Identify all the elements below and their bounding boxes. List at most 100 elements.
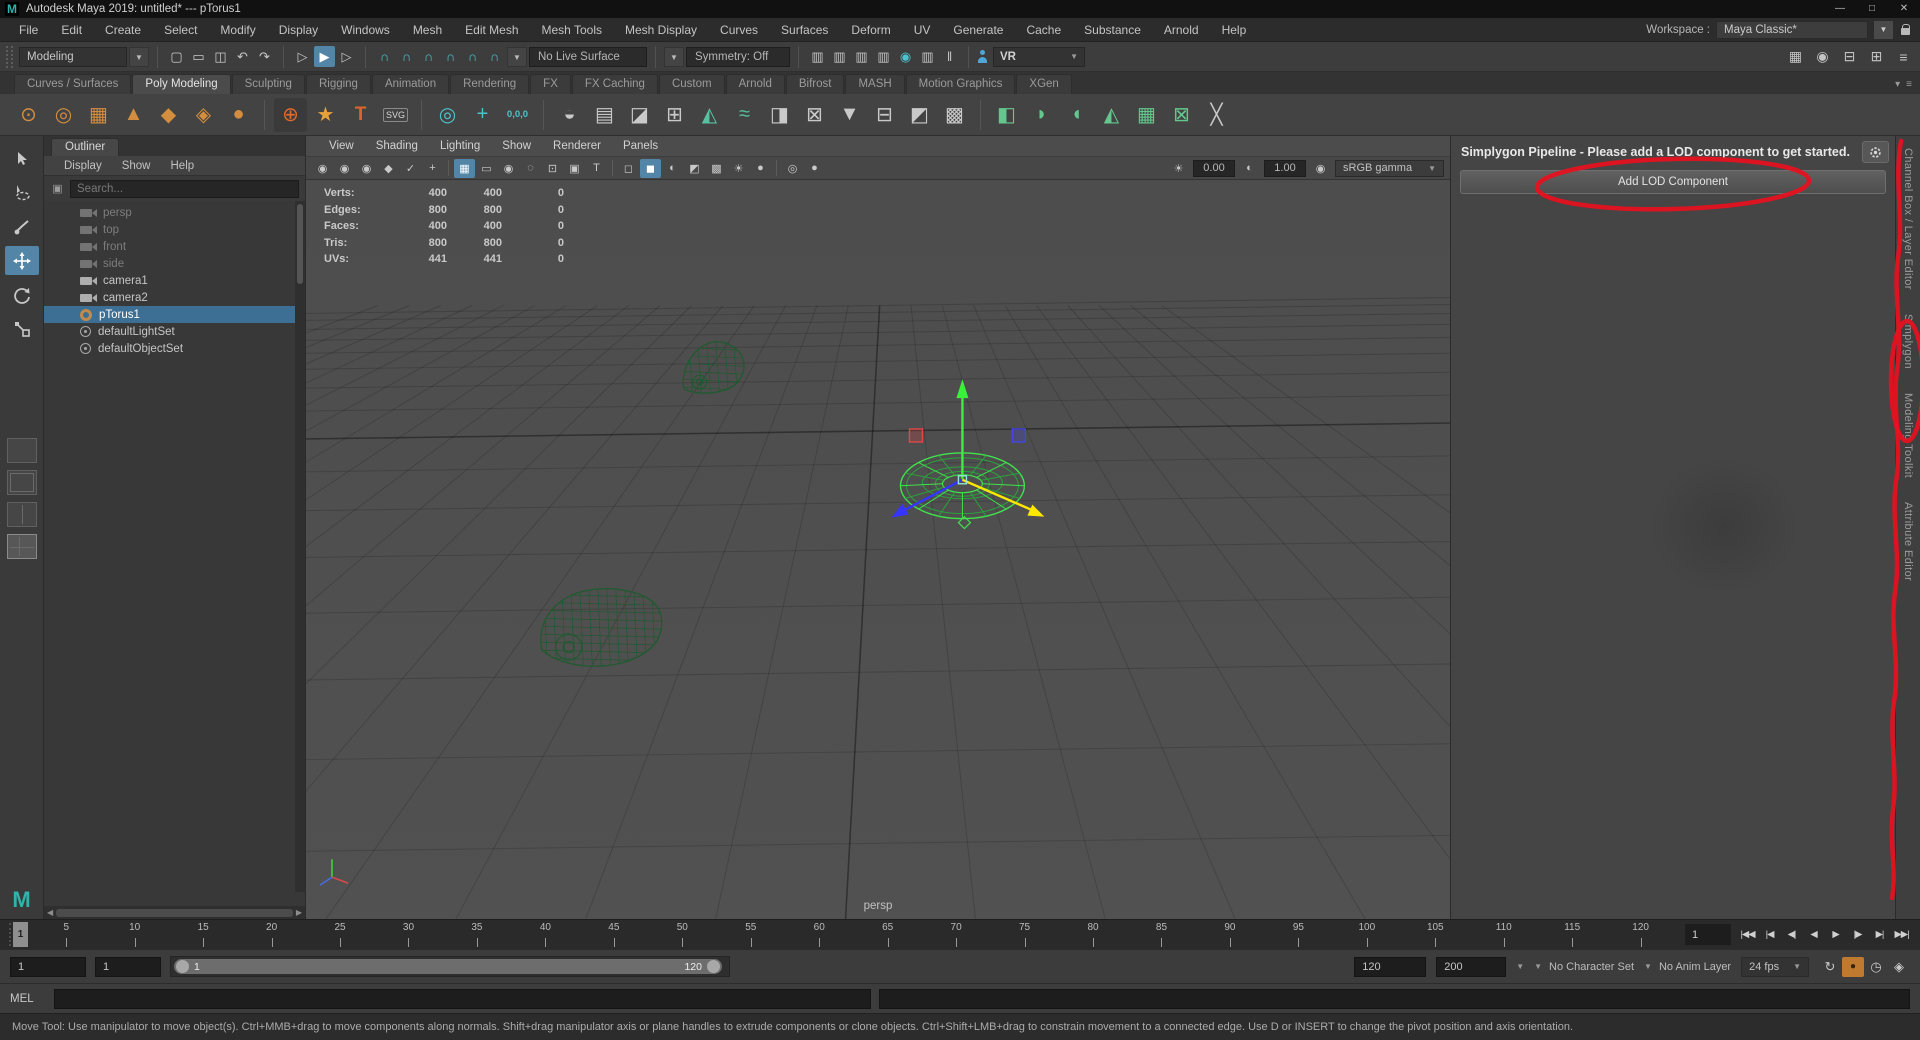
viewport-canvas[interactable]: Verts: 400 400 0 Edges: 800 800 0 Faces:… — [306, 180, 1450, 919]
range-slider[interactable]: 1 120 — [170, 956, 730, 977]
shelf-tool-button[interactable]: ★ — [309, 98, 342, 132]
command-result-field[interactable] — [879, 989, 1910, 1009]
render-icon[interactable]: ▥ — [917, 46, 938, 67]
render-icon[interactable]: ▥ — [807, 46, 828, 67]
shelf-tab[interactable]: Bifrost — [786, 74, 845, 94]
timeline-tick[interactable]: 50 — [648, 920, 716, 949]
side-panel-tab[interactable]: Attribute Editor — [1902, 502, 1914, 581]
viewport-menu-item[interactable]: Lighting — [429, 140, 491, 152]
scale-tool-button[interactable] — [5, 314, 39, 343]
shading-mode-icon[interactable]: ◐ — [662, 159, 683, 178]
exposure-icon[interactable]: ☀ — [1168, 159, 1189, 178]
minimize-button[interactable]: — — [1824, 0, 1856, 18]
shelf-tool-button[interactable] — [980, 100, 981, 130]
gate-display-icon[interactable]: T — [586, 159, 607, 178]
camera-tool-icon[interactable]: ◆ — [378, 159, 399, 178]
outliner-item[interactable]: camera2 — [44, 289, 305, 306]
sidebar-toggle-icon[interactable]: ≡ — [1893, 46, 1914, 67]
timeline-tick[interactable]: 70 — [922, 920, 990, 949]
playback-end-field[interactable]: 120 — [1354, 957, 1426, 977]
outliner-vertical-scrollbar[interactable] — [295, 201, 305, 892]
playback-control-button[interactable]: |◀◀ — [1737, 924, 1758, 946]
menu-set-dropdown[interactable]: Modeling — [19, 47, 127, 67]
shelf-tab[interactable]: XGen — [1016, 74, 1071, 94]
file-operation-icon[interactable]: ↷ — [254, 46, 275, 67]
shelf-tool-button[interactable]: ● — [222, 98, 255, 132]
outliner-item[interactable]: front — [44, 238, 305, 255]
timeline-tick[interactable]: 90 — [1196, 920, 1264, 949]
camera-tool-icon[interactable]: ◉ — [334, 159, 355, 178]
outliner-menu-item[interactable]: Show — [112, 160, 161, 172]
playback-control-button[interactable]: |◀ — [1759, 924, 1780, 946]
gate-display-icon[interactable]: ▭ — [476, 159, 497, 178]
lasso-tool-button[interactable] — [5, 178, 39, 207]
timeline-tick[interactable]: 30 — [374, 920, 442, 949]
outliner-search-input[interactable] — [70, 180, 299, 198]
layout-outliner-persp-button[interactable] — [7, 534, 37, 559]
shelf-tool-button[interactable]: ◎ — [431, 98, 464, 132]
side-panel-tab[interactable]: Simplygon — [1902, 314, 1914, 369]
range-options-caret-icon[interactable]: ▼ — [1516, 962, 1524, 971]
viewport-menu-item[interactable]: Renderer — [542, 140, 612, 152]
shelf-tab[interactable]: Sculpting — [232, 74, 305, 94]
sidebar-toggle-icon[interactable]: ▦ — [1785, 46, 1806, 67]
menu-item[interactable]: Arnold — [1153, 23, 1210, 37]
render-icon[interactable]: ‖ — [939, 46, 960, 67]
animation-preference-icon[interactable]: ◷ — [1865, 957, 1887, 977]
shelf-tool-button[interactable]: ◪ — [623, 98, 656, 132]
shelf-tool-button[interactable]: ▩ — [938, 98, 971, 132]
timeline-tick[interactable]: 85 — [1127, 920, 1195, 949]
snap-caret-icon[interactable]: ▼ — [507, 47, 527, 67]
animation-end-field[interactable]: 200 — [1436, 957, 1506, 977]
shelf-tab[interactable]: Rigging — [306, 74, 371, 94]
shelf-tool-button[interactable]: ≈ — [728, 98, 761, 132]
shelf-tab[interactable]: Poly Modeling — [132, 74, 230, 94]
shelf-tab[interactable]: Arnold — [726, 74, 785, 94]
sidebar-toggle-icon[interactable]: ⊞ — [1866, 46, 1887, 67]
camera-tool-icon[interactable]: ✓ — [400, 159, 421, 178]
command-language-button[interactable]: MEL — [10, 993, 46, 1005]
rotate-tool-button[interactable] — [5, 280, 39, 309]
shelf-tool-button[interactable]: ◩ — [903, 98, 936, 132]
shelf-tool-button[interactable]: ◈ — [187, 98, 220, 132]
shading-mode-icon[interactable]: ☀ — [728, 159, 749, 178]
file-operation-icon[interactable]: ↶ — [232, 46, 253, 67]
menu-item[interactable]: File — [8, 23, 49, 37]
menu-item[interactable]: UV — [903, 23, 942, 37]
shelf-tool-button[interactable]: ◎ — [47, 98, 80, 132]
gamma-icon[interactable]: ◐ — [1239, 159, 1260, 178]
menu-item[interactable]: Select — [153, 23, 208, 37]
outliner-item[interactable]: top — [44, 221, 305, 238]
timeline-tick[interactable]: 20 — [237, 920, 305, 949]
timeline-tick[interactable]: 40 — [511, 920, 579, 949]
current-frame-field[interactable]: 1 — [1685, 924, 1731, 945]
timeline-tick[interactable]: 110 — [1470, 920, 1538, 949]
current-frame-marker[interactable]: 1 — [13, 922, 28, 947]
menu-item[interactable]: Windows — [330, 23, 401, 37]
timeline-tick[interactable]: 105 — [1401, 920, 1469, 949]
menu-item[interactable]: Mesh Tools — [531, 23, 613, 37]
selection-mode-icon[interactable]: ▷ — [292, 46, 313, 67]
shelf-tool-button[interactable]: ◆ — [152, 98, 185, 132]
selection-mode-icon[interactable]: ▷ — [336, 46, 357, 67]
timeline-tick[interactable]: 80 — [1059, 920, 1127, 949]
timeline-tick[interactable]: 45 — [580, 920, 648, 949]
shelf-menu-icon[interactable]: ▾ — [1895, 79, 1900, 90]
menu-item[interactable]: Edit — [50, 23, 93, 37]
timeline-tick[interactable]: 60 — [785, 920, 853, 949]
shelf-tab[interactable]: FX — [530, 74, 571, 94]
shelf-tool-button[interactable]: T — [344, 98, 377, 132]
shelf-tool-button[interactable] — [421, 100, 422, 130]
timeline-tick[interactable]: 55 — [717, 920, 785, 949]
menu-item[interactable]: Mesh Display — [614, 23, 708, 37]
outliner-tab[interactable]: Outliner — [51, 138, 119, 156]
playback-control-button[interactable]: ▶▶| — [1891, 924, 1912, 946]
add-lod-component-button[interactable]: Add LOD Component — [1460, 170, 1886, 194]
vr-dropdown[interactable]: VR ▼ — [993, 47, 1085, 67]
animation-preference-icon[interactable]: ↻ — [1819, 957, 1841, 977]
timeline-track[interactable]: 5101520253035404550556065707580859095100… — [28, 920, 1679, 949]
camera-tool-icon[interactable]: ◉ — [356, 159, 377, 178]
shading-mode-icon[interactable]: ◩ — [684, 159, 705, 178]
sidebar-toggle-icon[interactable]: ◉ — [1812, 46, 1833, 67]
animation-start-field[interactable]: 1 — [10, 957, 86, 977]
